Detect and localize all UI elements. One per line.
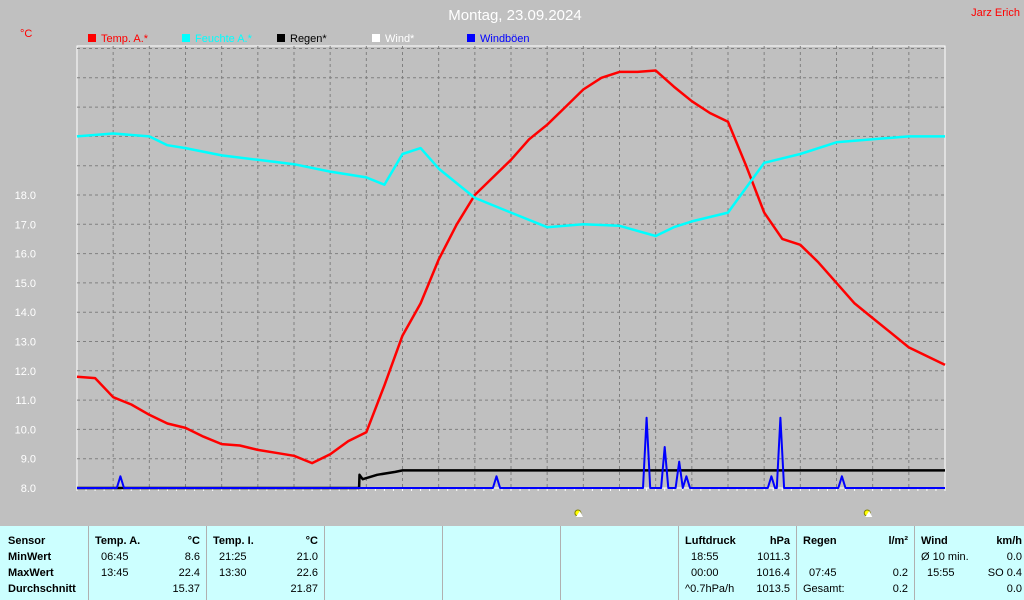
legend-label-0: Temp. A.*: [101, 33, 149, 45]
temp-i-header: Temp. I.: [213, 535, 254, 547]
luftdruck-min: 1011.3: [757, 551, 790, 563]
legend-label-2: Regen*: [290, 33, 327, 45]
temp-a-header: Temp. A.: [95, 535, 141, 547]
stats-col-luftdruck: Luftdruck hPa 18:55 1011.3 00:00 1016.4 …: [678, 526, 796, 600]
y-axis-ticks: 8.0 9.0 10.0 11.0 12.0 13.0 14.0 15.0 16.0 17.0 18…: [15, 190, 36, 495]
legend-label-4: Windböen: [480, 33, 530, 45]
y-unit-label: °C: [20, 28, 32, 40]
row-label-min: MinWert: [8, 551, 52, 563]
temp-a-min-time: 06:45: [101, 551, 129, 563]
luftdruck-max: 1016.4: [756, 567, 790, 579]
sun-markers: [574, 509, 873, 517]
luftdruck-min-time: 18:55: [691, 551, 719, 563]
sensor-header: Sensor: [8, 535, 46, 547]
regen-max-time: 07:45: [809, 567, 837, 579]
wind-avg-label: Ø 10 min.: [921, 551, 969, 563]
temp-i-unit: °C: [305, 535, 318, 547]
legend-swatch-1: [182, 34, 190, 42]
row-label-avg: Durchschnitt: [8, 583, 76, 595]
temp-i-min-time: 21:25: [219, 551, 247, 563]
stats-col-wind: Wind km/h Ø 10 min. 0.0 15:55 SO 0.4 0.0: [914, 526, 1024, 600]
y-tick-9: 17.0: [15, 219, 36, 231]
wind-unit: km/h: [996, 535, 1022, 547]
row-label-max: MaxWert: [8, 567, 54, 579]
temp-i-avg: 21.87: [290, 583, 318, 595]
y-tick-7: 15.0: [15, 278, 36, 290]
legend-label-3: Wind*: [385, 33, 415, 45]
stats-col-sensor: Sensor MinWert MaxWert Durchschnitt: [0, 526, 88, 600]
stats-col-regen: Regen l/m² 07:45 0.2 Gesamt: 0.2: [796, 526, 914, 600]
stats-panel: Sensor MinWert MaxWert Durchschnitt Temp…: [0, 526, 1024, 600]
legend-swatch-2: [277, 34, 285, 42]
y-tick-10: 18.0: [15, 190, 36, 202]
chart-title: Montag, 23.09.2024: [448, 7, 581, 24]
stats-col-temp-i: Temp. I. °C 21:25 21.0 13:30 22.6 21.87: [206, 526, 324, 600]
temp-a-avg: 15.37: [172, 583, 200, 595]
luftdruck-header: Luftdruck: [685, 535, 736, 547]
regen-max: 0.2: [892, 567, 908, 579]
legend-swatch-3: [372, 34, 380, 42]
wind-avg2: 0.0: [1006, 583, 1022, 595]
temp-a-max: 22.4: [178, 567, 200, 579]
stats-col-temp-a: Temp. A. °C 06:45 8.6 13:45 22.4 15.37: [88, 526, 206, 600]
wind-max: SO 0.4: [987, 567, 1022, 579]
temp-a-max-time: 13:45: [101, 567, 129, 579]
y-tick-3: 11.0: [15, 395, 36, 407]
y-tick-4: 12.0: [15, 366, 36, 378]
y-tick-2: 10.0: [15, 424, 36, 436]
legend-swatch-4: [467, 34, 475, 42]
legend-swatch-0: [88, 34, 96, 42]
luftdruck-trend: 1013.5: [756, 583, 790, 595]
wind-max-time: 15:55: [927, 567, 955, 579]
temp-i-min: 21.0: [296, 551, 318, 563]
temp-i-max: 22.6: [296, 567, 318, 579]
temp-a-min: 8.6: [184, 551, 200, 563]
weather-chart: Montag, 23.09.2024 Jarz Erich °C Temp. A…: [15, 7, 1020, 517]
regen-total-label: Gesamt:: [803, 583, 845, 595]
stats-col-empty-2: [442, 526, 560, 600]
wind-header: Wind: [921, 535, 948, 547]
stats-col-empty-3: [560, 526, 678, 600]
regen-header: Regen: [803, 535, 837, 547]
y-tick-0: 8.0: [21, 483, 36, 495]
y-tick-5: 13.0: [15, 337, 36, 349]
author-label: Jarz Erich: [971, 7, 1020, 19]
y-tick-6: 14.0: [15, 307, 36, 319]
stats-col-empty-1: [324, 526, 442, 600]
wind-avg: 0.0: [1006, 551, 1022, 563]
regen-unit: l/m²: [888, 535, 908, 547]
temp-a-unit: °C: [187, 535, 200, 547]
y-tick-1: 9.0: [21, 454, 36, 466]
y-tick-8: 16.0: [15, 249, 36, 261]
temp-i-max-time: 13:30: [219, 567, 247, 579]
luftdruck-max-time: 00:00: [691, 567, 719, 579]
luftdruck-unit: hPa: [769, 535, 790, 547]
legend-label-1: Feuchte A.*: [195, 33, 253, 45]
regen-total: 0.2: [892, 583, 908, 595]
legend: Temp. A.* Feuchte A.* Regen* Wind* Windböen: [88, 33, 530, 45]
luftdruck-trend-label: ^0.7hPa/h: [685, 583, 735, 595]
